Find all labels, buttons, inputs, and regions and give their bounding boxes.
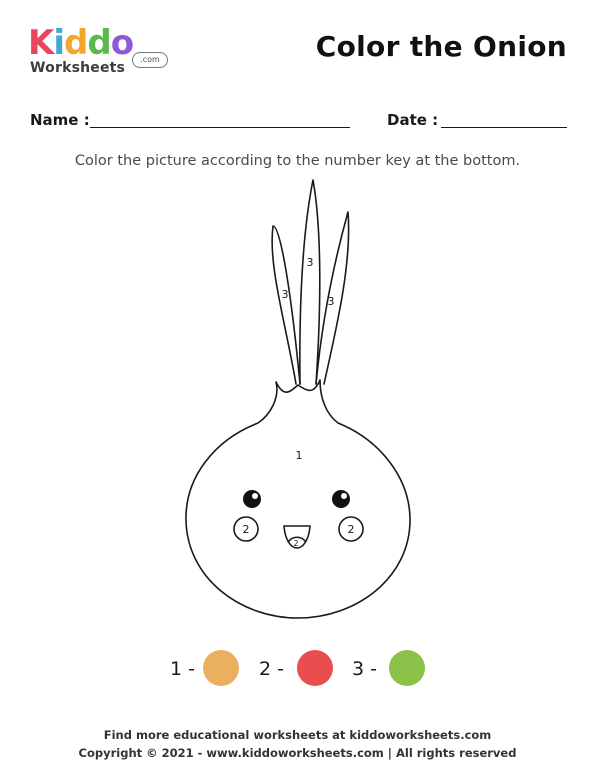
onion-eyes xyxy=(243,490,350,508)
key-label-3: 3 - xyxy=(352,658,377,680)
right-eye xyxy=(332,490,350,508)
onion-leaf-left xyxy=(271,225,301,385)
left-eye xyxy=(243,490,261,508)
onion-body xyxy=(185,379,411,619)
key-label-1: 1 - xyxy=(170,658,195,680)
region-label-mouth: 2 xyxy=(293,539,298,548)
orange-swatch xyxy=(203,650,239,686)
red-swatch xyxy=(297,650,333,686)
region-label-left-cheek: 2 xyxy=(243,523,250,536)
footer-copyright: Copyright © 2021 - www.kiddoworksheets.c… xyxy=(78,746,517,760)
region-label-leaf-left: 3 xyxy=(282,288,289,301)
onion-leaf-middle xyxy=(299,179,321,385)
key-label-2: 2 - xyxy=(259,658,284,680)
key-item-3: 3 - xyxy=(352,650,427,690)
region-label-right-cheek: 2 xyxy=(348,523,355,536)
region-label-leaf-middle: 3 xyxy=(307,256,314,269)
green-swatch xyxy=(389,650,425,686)
region-label-leaf-right: 3 xyxy=(328,295,335,308)
footer-promo: Find more educational worksheets at kidd… xyxy=(103,728,492,742)
region-label-body: 1 xyxy=(296,449,303,462)
key-item-2: 2 - xyxy=(259,650,334,690)
key-item-1: 1 - xyxy=(170,650,240,690)
